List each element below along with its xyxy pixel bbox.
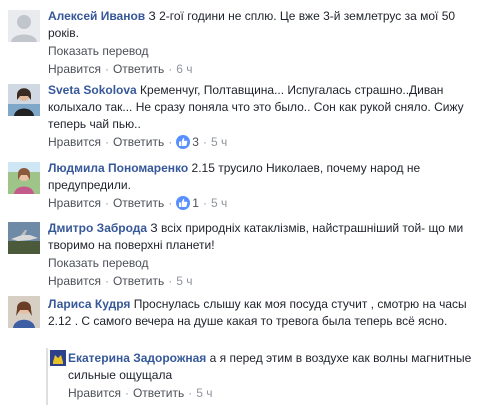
- comment-body: Алексей Иванов З 2-гої години не сплю. Ц…: [48, 8, 482, 77]
- separator: ·: [104, 135, 109, 149]
- avatar[interactable]: [8, 10, 40, 42]
- timestamp[interactable]: 6 ч: [176, 62, 192, 76]
- comment-author[interactable]: Алексей Иванов: [48, 9, 145, 23]
- comment-body: Лариса Кудря Проснулась слышу как моя по…: [48, 296, 482, 330]
- timestamp[interactable]: 5 ч: [211, 135, 227, 149]
- reply-button[interactable]: Ответить: [113, 135, 164, 149]
- like-button[interactable]: Нравится: [68, 386, 121, 400]
- comment-author[interactable]: Лариса Кудря: [48, 297, 130, 311]
- comment-body: Людмила Пономаренко 2.15 трусило Николае…: [48, 160, 482, 211]
- comment-actions: Нравится · Ответить · 5 ч: [48, 273, 482, 289]
- avatar[interactable]: [8, 84, 40, 116]
- comment-body: Екатерина Задорожная а я перед этим в во…: [68, 350, 482, 401]
- like-button[interactable]: Нравится: [48, 196, 101, 210]
- comment-text: Екатерина Задорожная а я перед этим в во…: [68, 350, 482, 384]
- separator: ·: [202, 196, 207, 210]
- comment-text: Алексей Иванов З 2-гої години не сплю. Ц…: [48, 8, 482, 42]
- comment-text: Лариса Кудря Проснулась слышу как моя по…: [48, 296, 482, 330]
- comment-text: Дмитро Заброда З всіх природніх катакліз…: [48, 220, 482, 254]
- comment-actions: Нравится · Ответить · 5 ч: [68, 385, 482, 401]
- reply-button[interactable]: Ответить: [113, 196, 164, 210]
- avatar[interactable]: [8, 296, 40, 328]
- avatar[interactable]: [8, 162, 40, 194]
- timestamp[interactable]: 5 ч: [211, 196, 227, 210]
- like-count[interactable]: 1: [192, 196, 199, 210]
- thumbs-up-icon[interactable]: [176, 196, 191, 210]
- comment-author[interactable]: Людмила Пономаренко: [48, 161, 188, 175]
- separator: ·: [104, 196, 109, 210]
- thumbs-up-icon[interactable]: [176, 135, 191, 149]
- avatar[interactable]: [50, 350, 66, 366]
- separator: ·: [104, 62, 109, 76]
- separator: ·: [168, 135, 173, 149]
- reply-thread-line: [46, 348, 48, 405]
- comment-author[interactable]: Sveta Sokolova: [48, 83, 137, 97]
- separator: ·: [168, 274, 173, 288]
- like-button[interactable]: Нравится: [48, 274, 101, 288]
- separator: ·: [104, 274, 109, 288]
- comment-text: Sveta Sokolova Кременчуг, Полтавщина... …: [48, 82, 482, 133]
- separator: ·: [124, 386, 129, 400]
- comment-text: Людмила Пономаренко 2.15 трусило Николае…: [48, 160, 482, 194]
- timestamp[interactable]: 5 ч: [176, 274, 192, 288]
- comment-actions: Нравится · Ответить · 3 · 5 ч: [48, 134, 482, 150]
- comment-actions: Нравится · Ответить · 6 ч: [48, 61, 482, 77]
- reply-button[interactable]: Ответить: [113, 274, 164, 288]
- comment-body: Дмитро Заброда З всіх природніх катакліз…: [48, 220, 482, 289]
- separator: ·: [188, 386, 193, 400]
- reply-button[interactable]: Ответить: [133, 386, 184, 400]
- like-button[interactable]: Нравится: [48, 62, 101, 76]
- avatar[interactable]: [8, 222, 40, 254]
- comment-actions: Нравится · Ответить · 1 · 5 ч: [48, 195, 482, 211]
- separator: ·: [168, 62, 173, 76]
- separator: ·: [168, 196, 173, 210]
- comment-author[interactable]: Дмитро Заброда: [48, 221, 147, 235]
- like-count[interactable]: 3: [192, 135, 199, 149]
- like-button[interactable]: Нравится: [48, 135, 101, 149]
- reply-button[interactable]: Ответить: [113, 62, 164, 76]
- comment-body: Sveta Sokolova Кременчуг, Полтавщина... …: [48, 82, 482, 150]
- show-translation-link[interactable]: Показать перевод: [48, 255, 482, 272]
- show-translation-link[interactable]: Показать перевод: [48, 43, 482, 60]
- separator: ·: [202, 135, 207, 149]
- timestamp[interactable]: 5 ч: [196, 386, 212, 400]
- comment-author[interactable]: Екатерина Задорожная: [68, 351, 206, 365]
